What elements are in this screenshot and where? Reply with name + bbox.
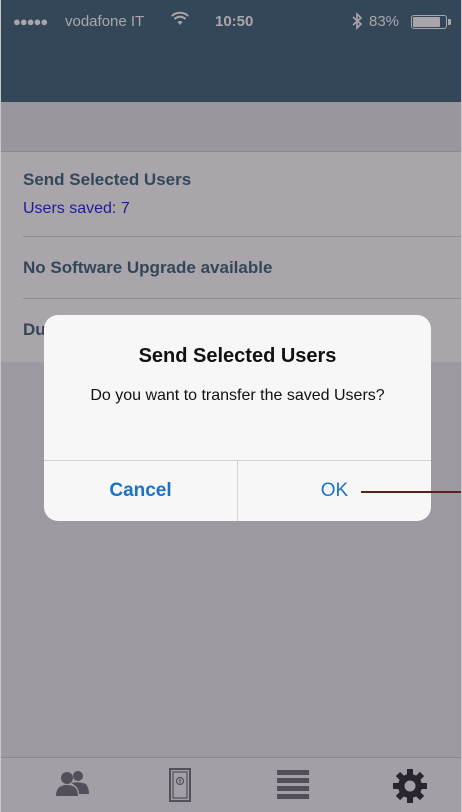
alert-message: Do you want to transfer the saved Users? — [90, 387, 385, 404]
app-screen: ●●●●● vodafone IT 10:50 83% Send Selecte… — [0, 0, 462, 812]
cancel-button[interactable]: Cancel — [44, 461, 237, 521]
alert-title: Send Selected Users — [138, 345, 337, 367]
callout-line — [361, 491, 461, 493]
